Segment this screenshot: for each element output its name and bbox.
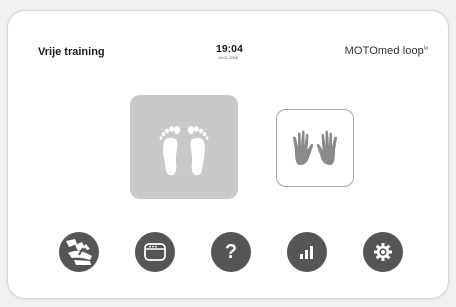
statistics-icon bbox=[300, 246, 313, 259]
display-window-icon bbox=[144, 243, 166, 261]
clock-date: 19.01.2006 bbox=[217, 55, 239, 60]
brand-name: MOTOmed loop bbox=[344, 45, 424, 57]
brand-suffix: la bbox=[423, 45, 428, 52]
display-button[interactable] bbox=[135, 232, 175, 272]
exercise-program-button[interactable] bbox=[59, 232, 99, 272]
help-button[interactable]: ? bbox=[211, 232, 251, 272]
device-screen: Vrije training 19:04 19.01.2006 MOTOmed … bbox=[7, 10, 449, 299]
feet-icon bbox=[159, 126, 209, 176]
settings-button[interactable] bbox=[363, 232, 403, 272]
help-icon: ? bbox=[224, 241, 238, 263]
exercise-program-icon bbox=[66, 239, 92, 265]
settings-gear-icon bbox=[374, 243, 392, 261]
legs-mode-tile[interactable] bbox=[130, 95, 238, 199]
statistics-button[interactable] bbox=[287, 232, 327, 272]
hands-icon bbox=[293, 130, 337, 165]
clock-time: 19:04 bbox=[216, 43, 243, 55]
arms-mode-tile[interactable] bbox=[276, 109, 354, 187]
clock: 19:04 19.01.2006 bbox=[216, 43, 243, 61]
page-title: Vrije training bbox=[38, 46, 105, 58]
brand-logo: MOTOmed loopla bbox=[345, 45, 428, 57]
